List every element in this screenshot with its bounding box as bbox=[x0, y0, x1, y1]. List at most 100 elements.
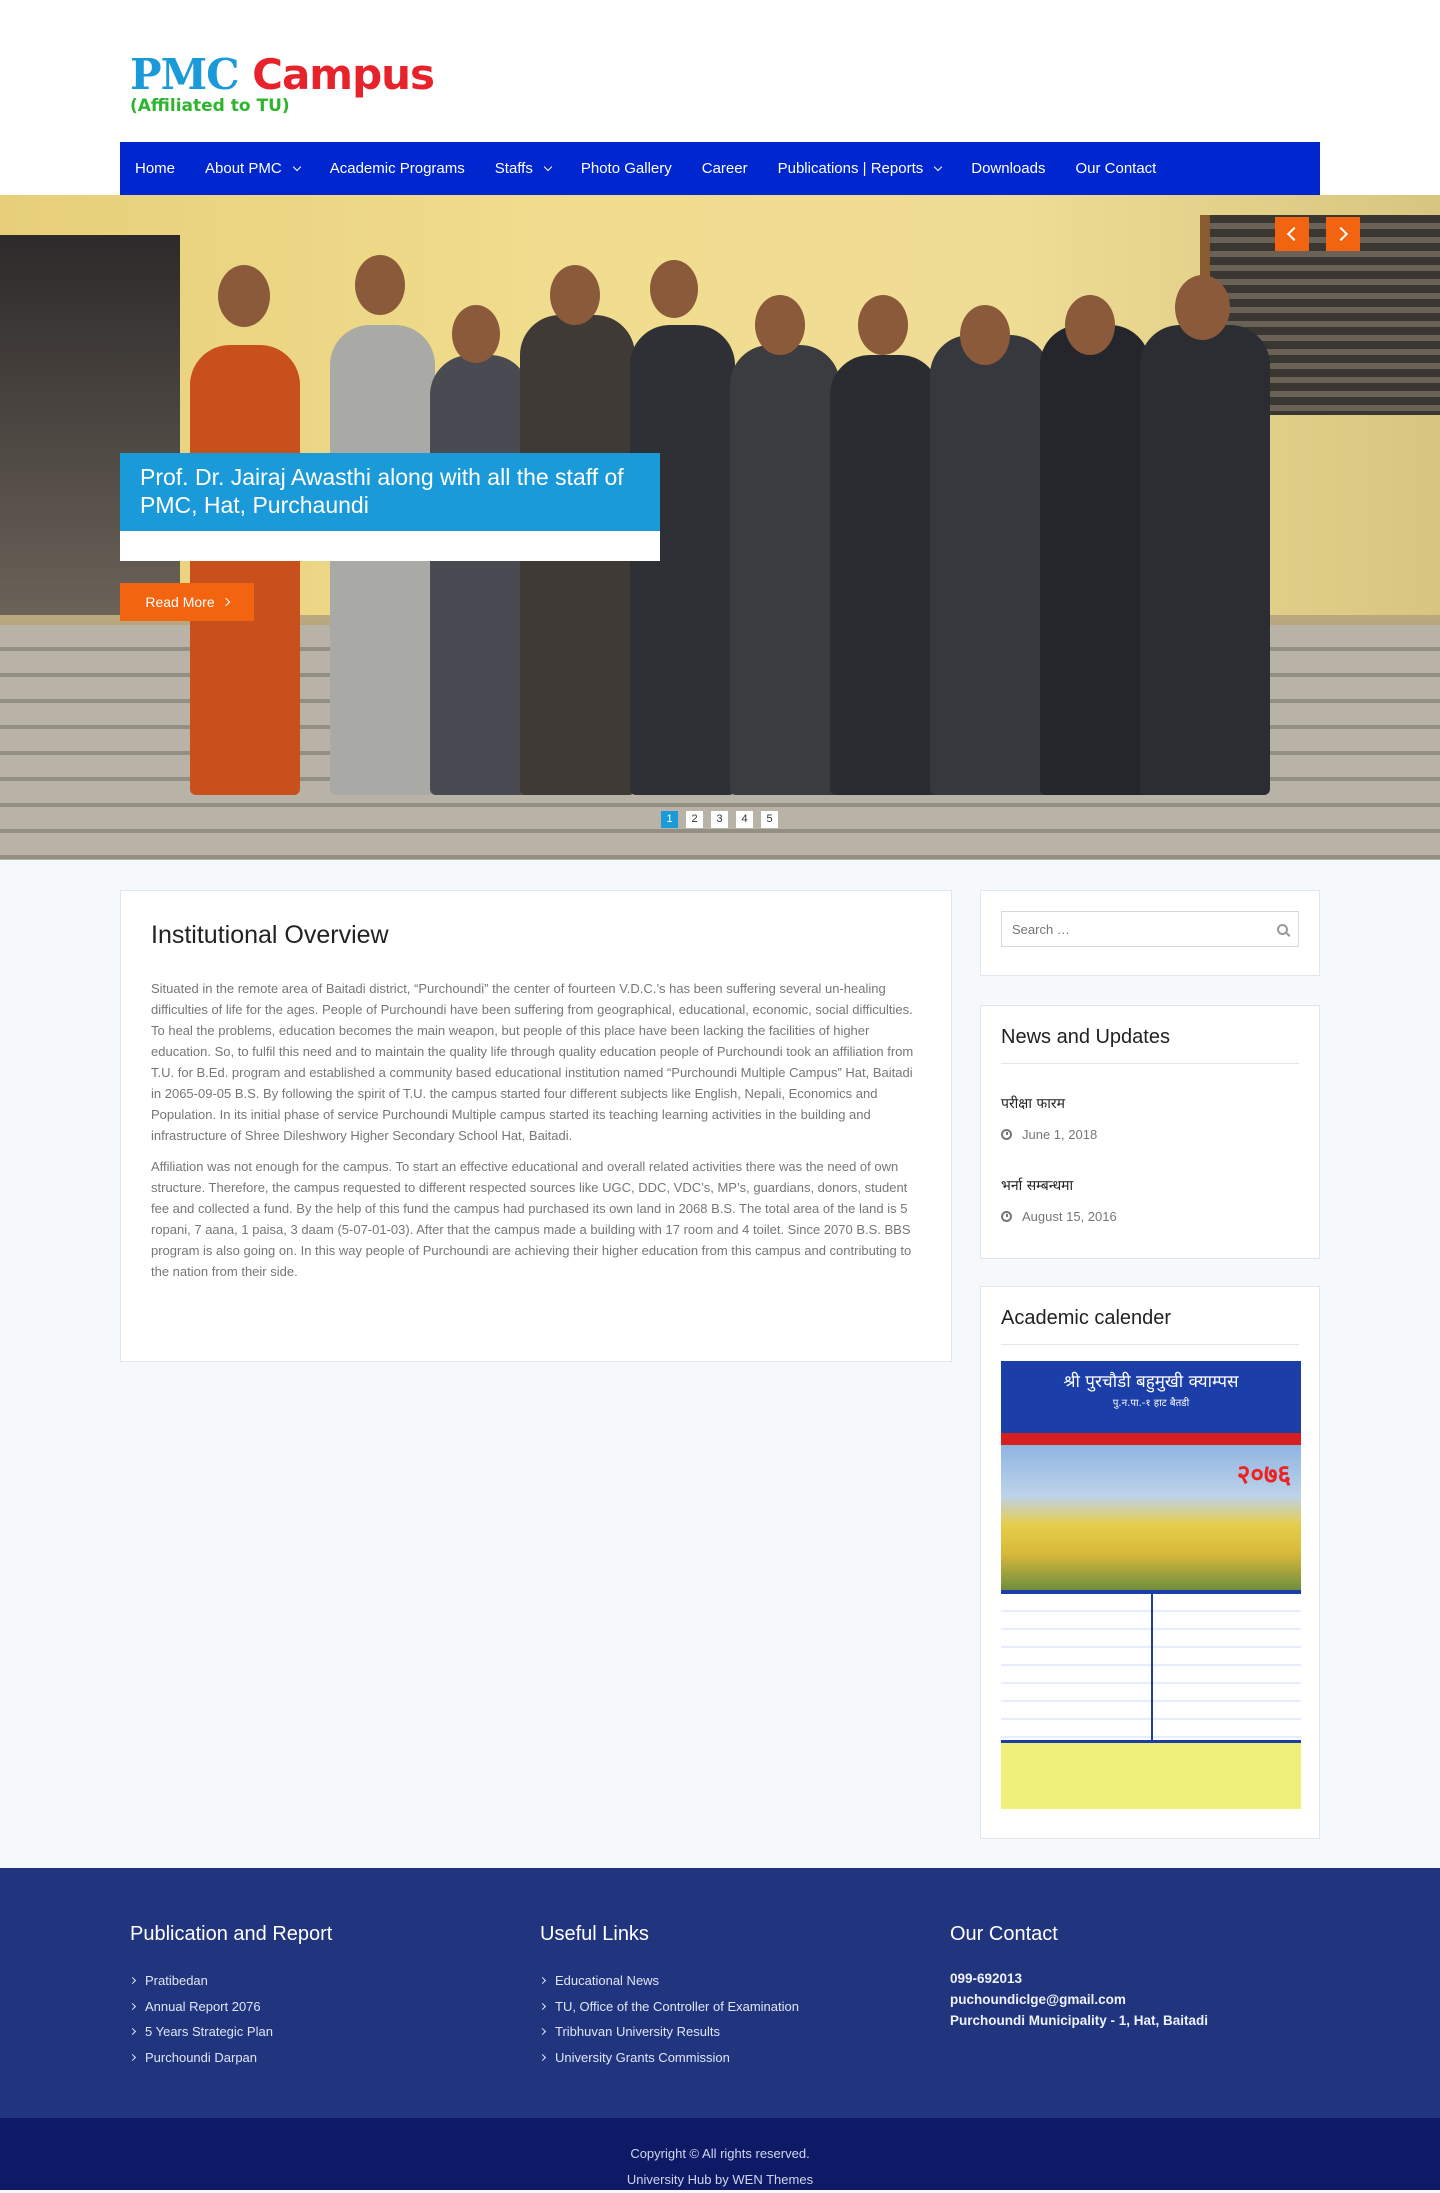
clock-icon bbox=[1001, 1129, 1012, 1140]
person-figure bbox=[830, 355, 940, 795]
chevron-left-icon bbox=[1286, 226, 1302, 242]
footer-link[interactable]: Annual Report 2076 bbox=[128, 1994, 332, 2020]
search-icon[interactable] bbox=[1277, 923, 1288, 935]
site-logo[interactable]: PMC Campus (Affiliated to TU) bbox=[130, 50, 435, 117]
slider-next-button[interactable] bbox=[1326, 217, 1360, 251]
footer-link-label: Annual Report 2076 bbox=[145, 1998, 261, 2014]
nav-publications-reports[interactable]: Publications | Reports bbox=[777, 160, 943, 177]
slide-caption-body bbox=[120, 531, 660, 561]
person-figure bbox=[730, 345, 840, 795]
chevron-right-icon bbox=[128, 2002, 137, 2010]
site-header: PMC Campus (Affiliated to TU) bbox=[0, 0, 1440, 142]
footer-contact-title: Our Contact bbox=[950, 1923, 1058, 1945]
footer-link-label: Tribhuvan University Results bbox=[555, 2024, 720, 2039]
person-head bbox=[960, 305, 1010, 365]
footer-link-label: Purchoundi Darpan bbox=[145, 2049, 258, 2065]
contact-address: Purchoundi Municipality - 1, Hat, Baitad… bbox=[950, 2013, 1209, 2028]
logo-subtitle: (Affiliated to TU) bbox=[130, 96, 290, 116]
person-figure bbox=[1140, 325, 1270, 795]
footer-link[interactable]: 5 Years Strategic Plan bbox=[128, 2019, 332, 2045]
slider-prev-button[interactable] bbox=[1275, 217, 1309, 251]
news-title: News and Updates bbox=[1001, 1026, 1299, 1064]
calendar-widget: Academic calender श्री पुरचौडी बहुमुखी क… bbox=[980, 1286, 1320, 1839]
nav-label: Publications | Reports bbox=[777, 160, 924, 177]
nav-staffs[interactable]: Staffs bbox=[494, 160, 553, 177]
news-widget: News and Updates परीक्षा फारम June 1, 20… bbox=[980, 1005, 1320, 1259]
footer-publication-links: Pratibedan Annual Report 2076 5 Years St… bbox=[128, 1968, 332, 2071]
slider-page-2[interactable]: 2 bbox=[686, 811, 703, 828]
footer-link-label: Educational News bbox=[555, 1973, 660, 1988]
chevron-right-icon bbox=[538, 2053, 547, 2061]
nav-home[interactable]: Home bbox=[135, 160, 175, 177]
footer-link[interactable]: Tribhuvan University Results bbox=[538, 2019, 799, 2045]
overview-title: Institutional Overview bbox=[151, 921, 389, 949]
person-figure bbox=[930, 335, 1050, 795]
contact-phone: 099-692013 bbox=[950, 1971, 1023, 1986]
logo-pmc: PMC bbox=[130, 50, 240, 99]
slider-page-5[interactable]: 5 bbox=[761, 811, 778, 828]
nav-career[interactable]: Career bbox=[702, 160, 748, 177]
slider-page-3[interactable]: 3 bbox=[711, 811, 728, 828]
chevron-down-icon bbox=[292, 162, 301, 171]
nav-label: Photo Gallery bbox=[580, 160, 672, 177]
nav-academic-programs[interactable]: Academic Programs bbox=[330, 160, 465, 177]
person-head bbox=[1175, 275, 1230, 340]
search-box bbox=[1001, 911, 1299, 947]
calendar-image-grid bbox=[1001, 1590, 1301, 1740]
academic-calendar-image[interactable]: श्री पुरचौडी बहुमुखी क्याम्पस पु.न.पा.-१… bbox=[1001, 1361, 1301, 1809]
chevron-right-icon bbox=[538, 2028, 547, 2036]
footer-useful-list: Educational News TU, Office of the Contr… bbox=[538, 1968, 799, 2071]
chevron-right-icon bbox=[128, 2053, 137, 2061]
chevron-right-icon bbox=[538, 1977, 547, 1985]
news-item: परीक्षा फारम June 1, 2018 bbox=[1001, 1094, 1299, 1142]
chevron-right-icon bbox=[128, 2028, 137, 2036]
footer-link[interactable]: Pratibedan bbox=[128, 1968, 332, 1994]
nav-label: Staffs bbox=[494, 160, 533, 177]
calendar-image-subheading: पु.न.पा.-१ हाट बैतडी bbox=[1112, 1398, 1190, 1409]
read-more-label: Read More bbox=[145, 594, 215, 610]
person-head bbox=[650, 260, 698, 318]
hero-slider: Prof. Dr. Jairaj Awasthi along with all … bbox=[0, 195, 1440, 860]
logo-title: PMC Campus bbox=[130, 50, 435, 99]
news-item-title[interactable]: परीक्षा फारम bbox=[1001, 1094, 1299, 1113]
copyright-text: Copyright © All rights reserved. bbox=[630, 2146, 810, 2161]
read-more-button[interactable]: Read More bbox=[120, 583, 254, 621]
search-input[interactable] bbox=[1012, 921, 1277, 937]
chevron-down-icon bbox=[543, 162, 553, 171]
footer-link[interactable]: Purchoundi Darpan bbox=[128, 2045, 332, 2071]
news-date-text: August 15, 2016 bbox=[1022, 1209, 1117, 1224]
footer-link[interactable]: Educational News bbox=[538, 1968, 799, 1994]
nav-downloads[interactable]: Downloads bbox=[971, 160, 1045, 177]
calendar-image-photo: २०७६ bbox=[1001, 1445, 1301, 1590]
footer-link[interactable]: University Grants Commission bbox=[538, 2045, 799, 2071]
person-head bbox=[1065, 295, 1115, 355]
slider-page-1[interactable]: 1 bbox=[661, 811, 678, 828]
news-item-title[interactable]: भर्ना सम्बन्धमा bbox=[1001, 1176, 1299, 1195]
chevron-right-icon bbox=[1333, 226, 1349, 242]
overview-paragraph: Affiliation was not enough for the campu… bbox=[151, 1159, 912, 1279]
news-item-date: August 15, 2016 bbox=[1001, 1209, 1299, 1224]
nav-label: Academic Programs bbox=[329, 160, 465, 177]
nav-label: Downloads bbox=[971, 160, 1046, 177]
theme-credit[interactable]: University Hub by WEN Themes bbox=[0, 2167, 1440, 2193]
nav-about-pmc[interactable]: About PMC bbox=[205, 160, 301, 177]
person-figure bbox=[1040, 325, 1150, 795]
slider-page-4[interactable]: 4 bbox=[736, 811, 753, 828]
nav-our-contact[interactable]: Our Contact bbox=[1075, 160, 1156, 177]
overview-paragraph: Situated in the remote area of Baitadi d… bbox=[151, 981, 914, 1143]
footer-publication: Publication and Report Pratibedan Annual… bbox=[128, 1923, 332, 2071]
footer-link-label: Pratibedan bbox=[145, 1973, 208, 1988]
footer-link-label: 5 Years Strategic Plan bbox=[145, 2024, 273, 2039]
slider-pager: 1 2 3 4 5 bbox=[661, 811, 786, 828]
chevron-down-icon bbox=[934, 162, 943, 171]
institutional-overview: Institutional Overview Situated in the r… bbox=[120, 890, 952, 1362]
footer-useful-links: Useful Links Educational News TU, Office… bbox=[538, 1923, 799, 2071]
site-footer: Publication and Report Pratibedan Annual… bbox=[0, 1868, 1440, 2118]
footer-link[interactable]: TU, Office of the Controller of Examinat… bbox=[538, 1994, 799, 2020]
calendar-image-heading: श्री पुरचौडी बहुमुखी क्याम्पस bbox=[1063, 1372, 1239, 1392]
copyright-bar: Copyright © All rights reserved. Univers… bbox=[0, 2118, 1440, 2190]
nav-photo-gallery[interactable]: Photo Gallery bbox=[581, 160, 672, 177]
contact-email[interactable]: puchoundiclge@gmail.com bbox=[950, 1989, 1208, 2010]
news-date-text: June 1, 2018 bbox=[1022, 1127, 1098, 1142]
chevron-right-icon bbox=[128, 1977, 137, 1985]
